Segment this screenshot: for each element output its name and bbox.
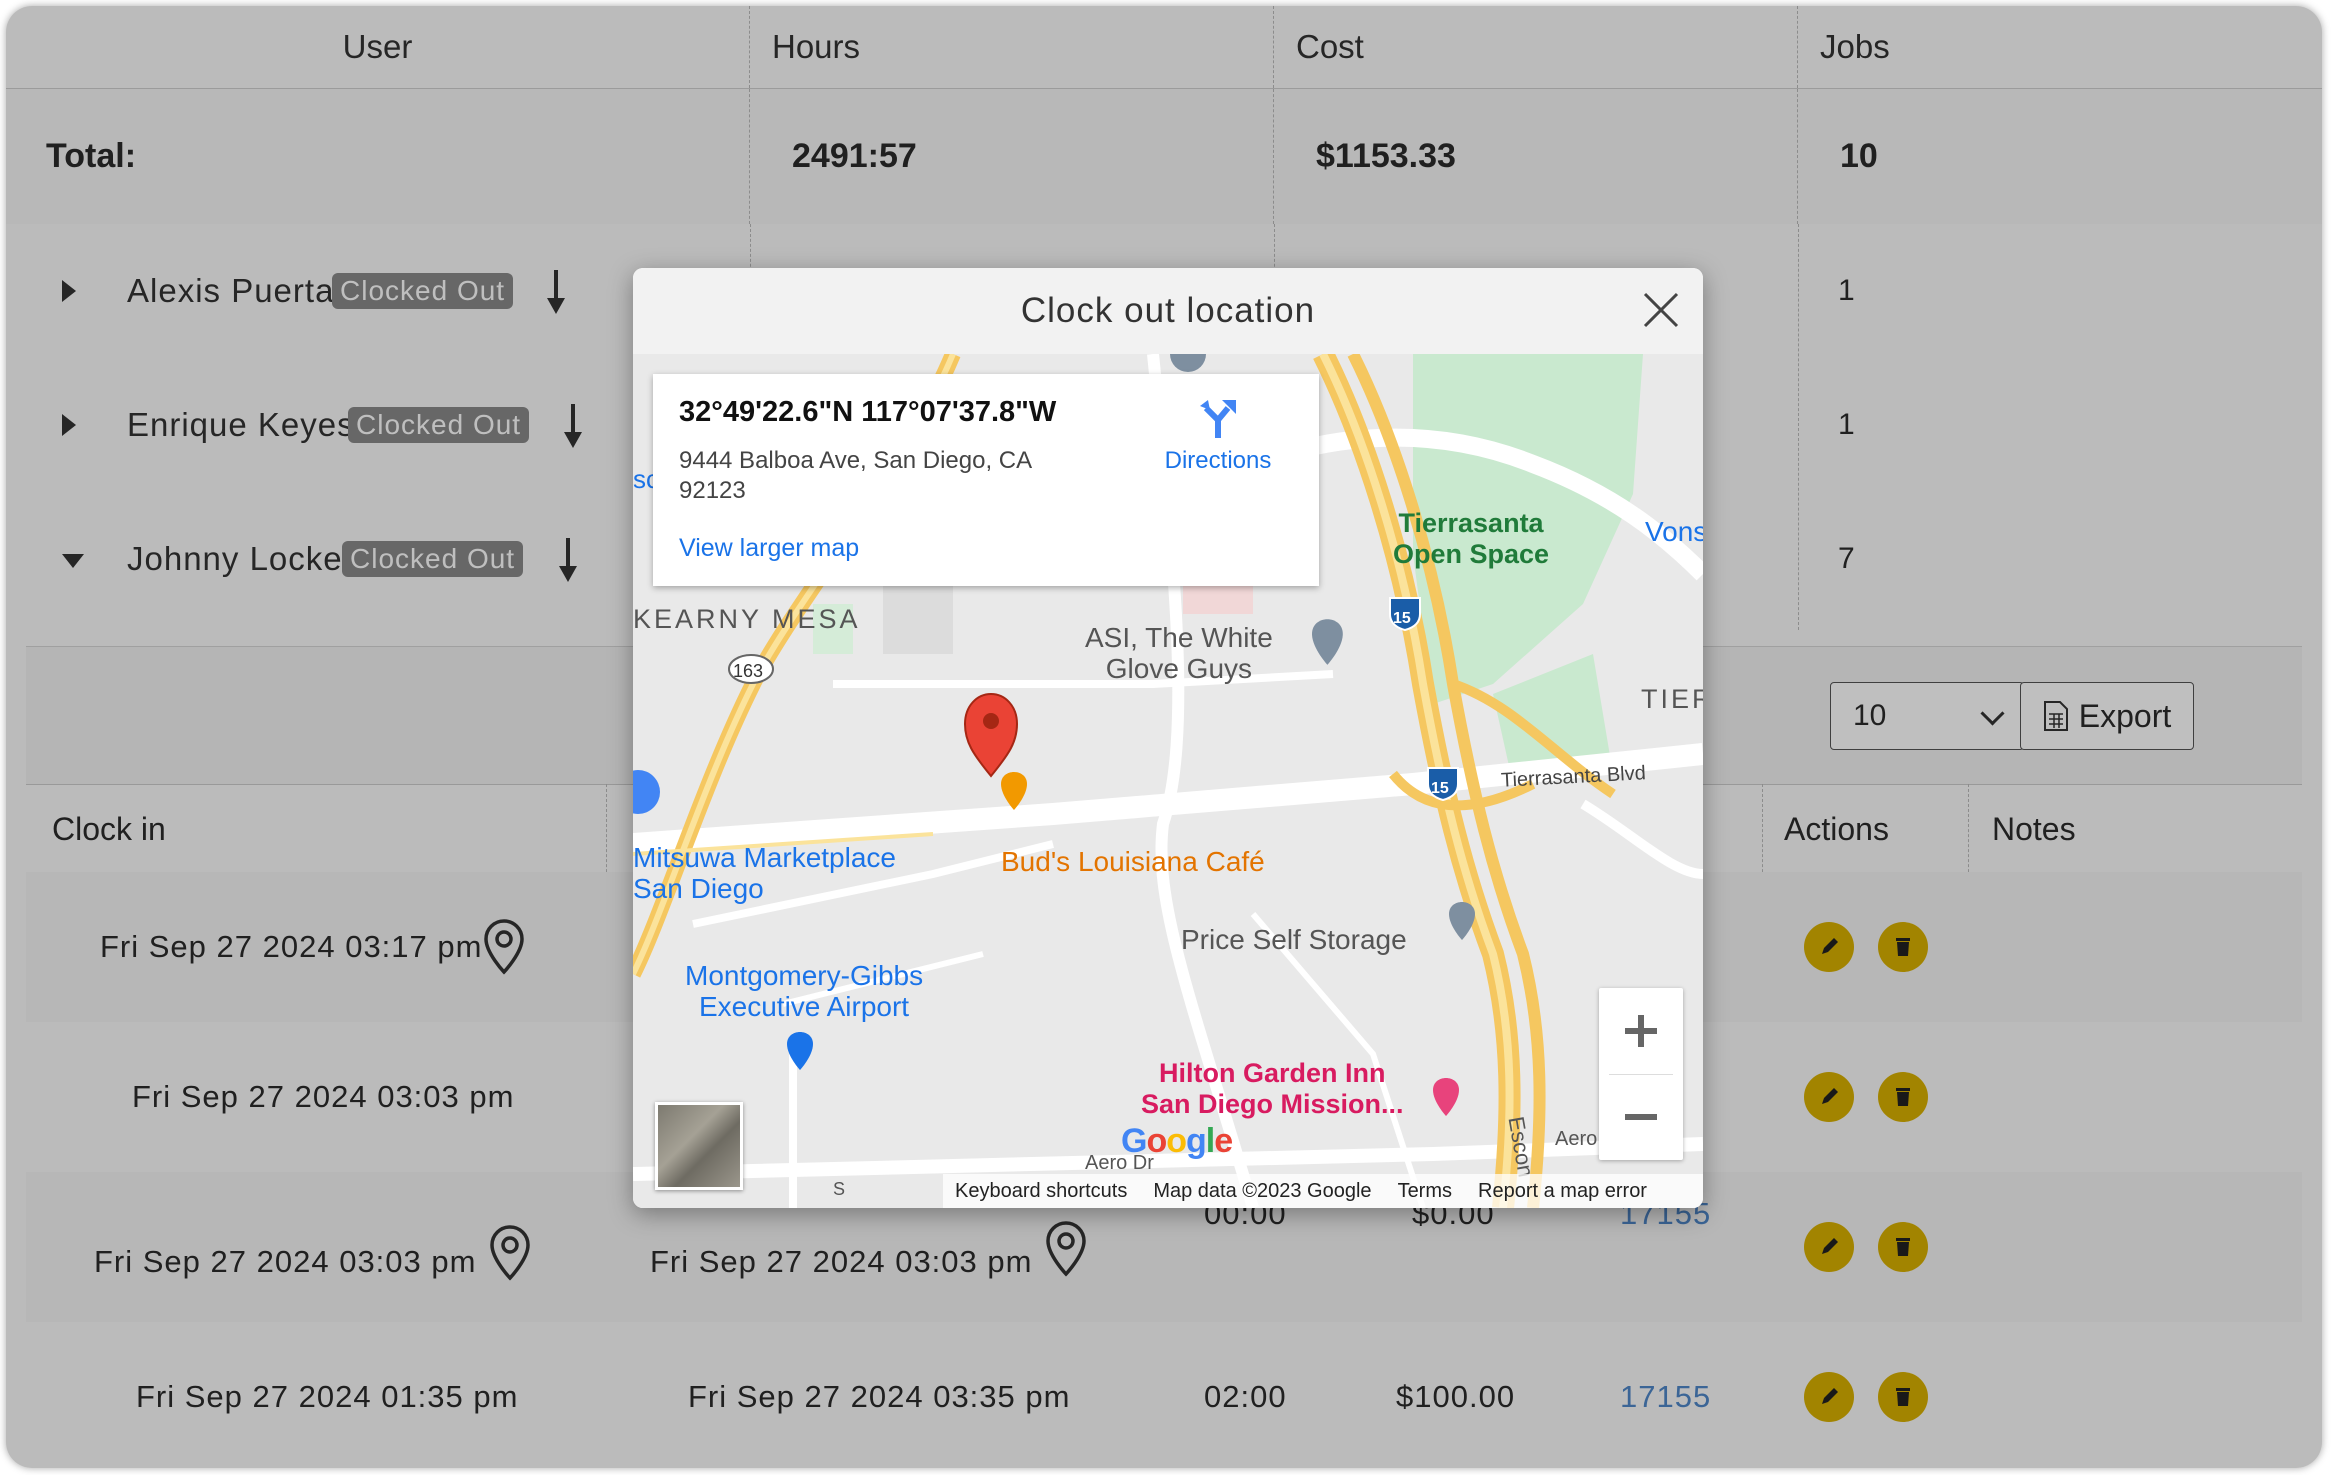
view-larger-map-link[interactable]: View larger map [679,534,859,563]
map-label: 15 [1393,610,1411,627]
map-view[interactable]: KEARNY MESA 163 15 15 Tierrasanta Open Sp… [633,354,1703,1208]
map-label: Mitsuwa Marketplace San Diego [633,842,896,904]
map-label: 15 [1431,780,1449,797]
map-label: 163 [733,661,764,681]
map-label: Montgomery-Gibbs Executive Airport [685,960,924,1022]
map-label: TIER [1641,684,1703,714]
google-logo: Google [1121,1122,1233,1160]
map-data-text: Map data ©2023 Google [1153,1179,1372,1202]
terms-link[interactable]: Terms [1398,1180,1452,1203]
report-error-link[interactable]: Report a map error [1478,1180,1647,1203]
map-label: Bud's Louisiana Café [1001,846,1265,877]
map-label: Tierrasanta Open Space [1393,508,1550,569]
map-footer: Keyboard shortcuts Map data ©2023 Google… [943,1174,1703,1208]
place-info-card: 32°49'22.6"N 117°07'37.8"W 9444 Balboa A… [653,374,1319,586]
zoom-controls [1599,988,1683,1160]
map-label: KEARNY MESA [633,604,861,634]
satellite-toggle[interactable] [655,1102,743,1190]
close-icon[interactable] [1641,290,1681,330]
address: 9444 Balboa Ave, San Diego, CA 92123 [679,447,1031,504]
plus-icon [1625,1015,1657,1047]
map-label: ASI, The White Glove Guys [1085,622,1273,684]
minus-icon [1625,1114,1657,1120]
map-label: Hilton Garden Inn San Diego Mission... [1141,1058,1404,1119]
directions-button[interactable]: Directions [1143,396,1293,475]
keyboard-shortcuts-link[interactable]: Keyboard shortcuts [955,1180,1127,1203]
map-label: Vons [1645,516,1703,547]
map-label: Price Self Storage [1181,924,1407,955]
map-label: S [833,1179,846,1199]
clock-out-location-modal: Clock out location KEARNY MESA 163 15 15… [633,268,1703,1208]
map-label: Aero [1555,1128,1598,1150]
app-window: User Hours Cost Jobs Total: 2491:57 $115… [6,6,2322,1468]
directions-icon [1200,400,1236,438]
zoom-in-button[interactable] [1599,988,1683,1074]
coordinates: 32°49'22.6"N 117°07'37.8"W [679,396,1057,428]
directions-label: Directions [1164,447,1272,474]
modal-title: Clock out location [633,268,1703,354]
zoom-out-button[interactable] [1599,1074,1683,1160]
